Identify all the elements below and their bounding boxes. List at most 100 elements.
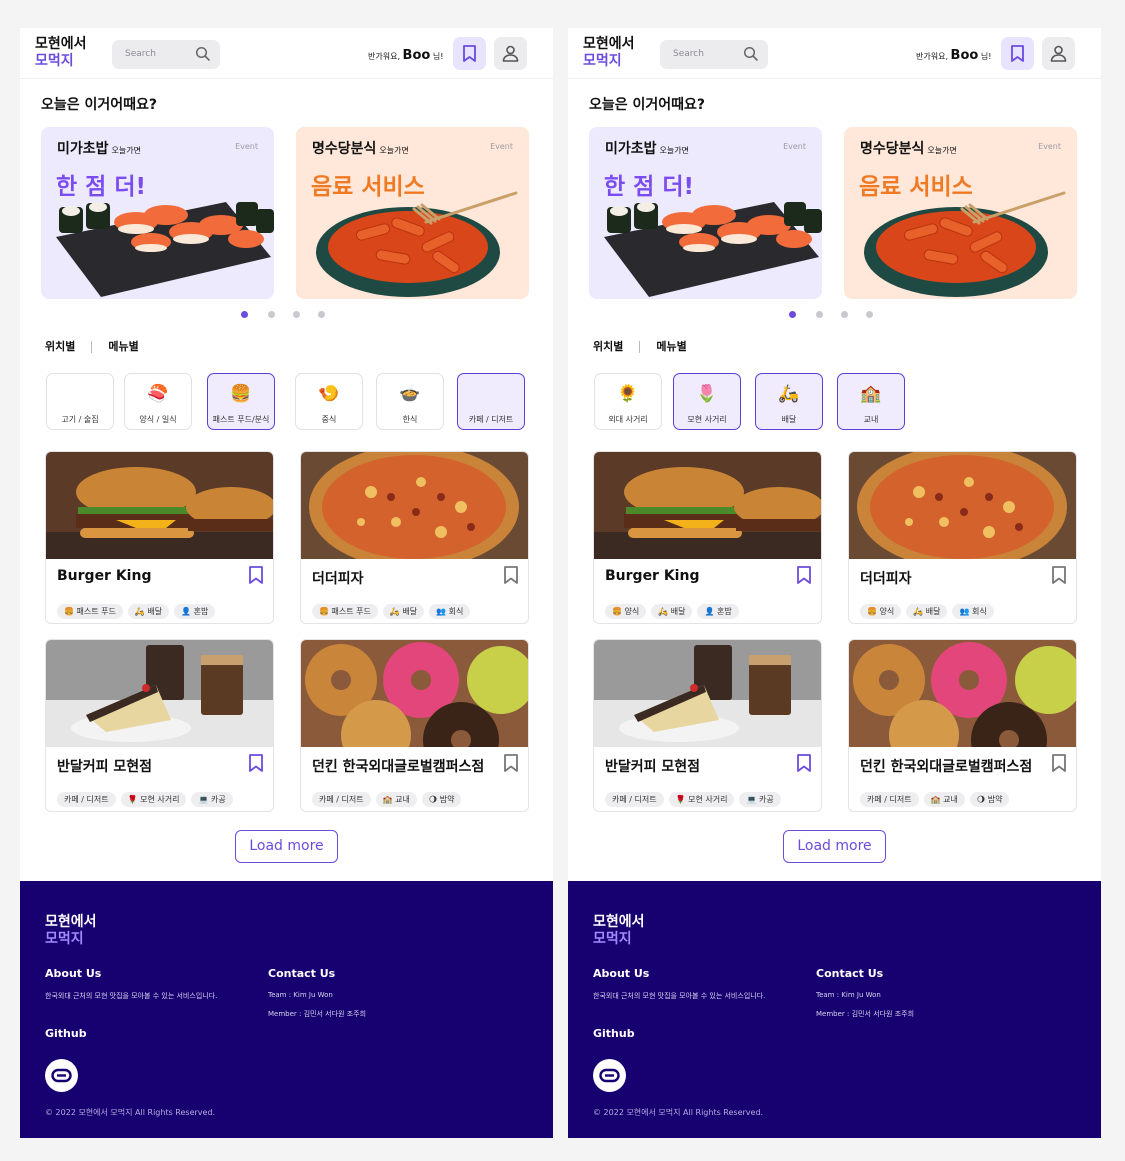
contact-title: Contact Us [268,967,336,980]
bookmark-icon [463,45,476,62]
link-icon [51,1068,72,1083]
restaurant-card[interactable]: 던킨 한국외대글로벌캠퍼스점 카페 / 디저트 🏫 교내 🌖 밤약 [848,639,1077,812]
promo-text: 한 점 더! [604,174,694,200]
tag: 카페 / 디저트 [312,792,371,807]
bookmark-icon[interactable] [795,753,813,773]
user-icon [502,45,519,62]
event-label: Event [490,142,513,151]
restaurant-name: 던킨 한국외대글로벌캠퍼스점 [860,759,1033,775]
event-banner[interactable]: 명수당분식 오늘가면 Event 음료 서비스 [844,127,1077,299]
carousel-dot[interactable] [789,311,796,318]
profile-button[interactable] [1042,37,1075,70]
tab-location[interactable]: 위치별 [45,340,75,353]
tab-location[interactable]: 위치별 [593,340,623,353]
tag: 🌖 밤약 [969,792,1010,807]
restaurant-card[interactable]: 더더피자 🍔 양식 🛵 배달 👥 회식 [848,451,1077,624]
chip-campus[interactable]: 🏫 교내 [837,373,905,430]
bookmark-icon[interactable] [502,565,520,585]
bookmark-icon[interactable] [247,565,265,585]
load-more-button[interactable]: Load more [783,830,886,863]
bookmark-icon[interactable] [247,753,265,773]
chip-chinese[interactable]: 🍤 중식 [295,373,363,430]
restaurant-name: 더더피자 [312,571,364,587]
school-icon: 🏫 [860,384,882,404]
footer: 모현에서 모먹지 About Us 한국외대 근처의 모현 맛집을 모아볼 수 있… [20,881,553,1138]
restaurant-card[interactable]: Burger King 🍔 패스트 푸드 🛵 배달 👤 혼밥 [45,451,274,624]
tag: 🍔 양식 [605,604,647,619]
github-link-button[interactable] [593,1059,626,1092]
user-name: Boo [402,48,431,63]
tag: 🛵 배달 [382,604,425,619]
tab-menu[interactable]: 메뉴별 [656,340,686,353]
github-title: Github [593,1027,635,1040]
pizza-image [849,452,1076,559]
cake-coffee-image [46,640,273,747]
chip-fastfood[interactable]: 🍔 패스트 푸드/분식 [207,373,275,430]
tab-menu[interactable]: 메뉴별 [108,340,138,353]
bookmark-icon[interactable] [1050,565,1068,585]
tag-list: 🍔 양식 🛵 배달 👤 혼밥 [605,599,744,619]
restaurant-card[interactable]: 던킨 한국외대글로벌캠퍼스점 카페 / 디저트 🏫 교내 🌖 밤약 [300,639,529,812]
search-placeholder: Search [673,49,704,59]
restaurant-card[interactable]: 반달커피 모현점 카페 / 디저트 🌹 모현 사거리 💻 카공 [45,639,274,812]
category-tabs: 위치별 메뉴별 [45,338,139,354]
event-banner[interactable]: 미가초밥 오늘가면 Event 한 점 더! [41,127,274,299]
carousel-dot[interactable] [241,311,248,318]
user-icon [1050,45,1067,62]
tag-list: 카페 / 디저트 🏫 교내 🌖 밤약 [312,787,466,807]
greeting: 반가워요, Boo 님! [368,48,444,63]
screen-location-filter: 모현에서 모먹지 Search 반가워요, Boo 님! 오늘은 이거어때요? … [568,28,1101,1138]
chip-mohyeon-crossroad[interactable]: 🌷 모현 사거리 [673,373,741,430]
tag-list: 카페 / 디저트 🌹 모현 사거리 💻 카공 [605,787,786,807]
search-input[interactable]: Search [112,40,220,69]
carousel-dots [20,311,553,319]
search-input[interactable]: Search [660,40,768,69]
bookmark-icon[interactable] [502,753,520,773]
burger-image [594,452,821,559]
tag: 🛵 배달 [906,604,948,619]
tag: 👤 혼밥 [697,604,739,619]
tag: 카페 / 디저트 [860,792,919,807]
logo[interactable]: 모현에서 모먹지 [583,36,635,70]
carousel-dot[interactable] [816,311,823,318]
soup-icon: 🍲 [399,384,421,404]
restaurant-card[interactable]: 반달커피 모현점 카페 / 디저트 🌹 모현 사거리 💻 카공 [593,639,822,812]
event-banner[interactable]: 명수당분식 오늘가면 Event 음료 서비스 [296,127,529,299]
tab-divider [639,341,641,353]
carousel-dot[interactable] [866,311,873,318]
logo[interactable]: 모현에서 모먹지 [35,36,87,70]
member-info: Member : 김민서 서다원 조주희 [268,1010,367,1018]
bookmarks-button[interactable] [453,37,486,70]
tab-divider [91,341,93,353]
search-icon [743,46,758,61]
tag-list: 카페 / 디저트 🏫 교내 🌖 밤약 [860,787,1014,807]
chip-delivery[interactable]: 🛵 배달 [755,373,823,430]
load-more-button[interactable]: Load more [235,830,338,863]
carousel-dot[interactable] [841,311,848,318]
chip-meat-bar[interactable]: 고기 / 술집 [46,373,114,430]
banner-store-name: 명수당분식 오늘가면 [312,141,409,157]
carousel-dot[interactable] [293,311,300,318]
team-info: Team : Kim Ju Won [816,991,881,999]
screen-menu-filter: 모현에서 모먹지 Search 반가워요, Boo 님! 오늘은 이거어때요? … [20,28,553,1138]
cake-coffee-image [594,640,821,747]
bookmark-icon[interactable] [1050,753,1068,773]
restaurant-card[interactable]: 더더피자 🍔 패스트 푸드 🛵 배달 👥 회식 [300,451,529,624]
bookmarks-button[interactable] [1001,37,1034,70]
carousel-dot[interactable] [318,311,325,318]
chip-oedae-crossroad[interactable]: 🌻 외대 사거리 [594,373,662,430]
about-title: About Us [593,967,650,980]
profile-button[interactable] [494,37,527,70]
tag: 💻 카공 [191,792,233,807]
chip-western-japanese[interactable]: 🍣 양식 / 일식 [124,373,192,430]
restaurant-card[interactable]: Burger King 🍔 양식 🛵 배달 👤 혼밥 [593,451,822,624]
bookmark-icon[interactable] [795,565,813,585]
tag: 👤 혼밥 [174,604,216,619]
chip-korean[interactable]: 🍲 한식 [376,373,444,430]
greeting: 반가워요, Boo 님! [916,48,992,63]
chip-cafe[interactable]: 카페 / 디저트 [457,373,525,430]
event-banner[interactable]: 미가초밥 오늘가면 Event 한 점 더! [589,127,822,299]
tag-list: 🍔 양식 🛵 배달 👥 회식 [860,599,999,619]
github-link-button[interactable] [45,1059,78,1092]
carousel-dot[interactable] [268,311,275,318]
